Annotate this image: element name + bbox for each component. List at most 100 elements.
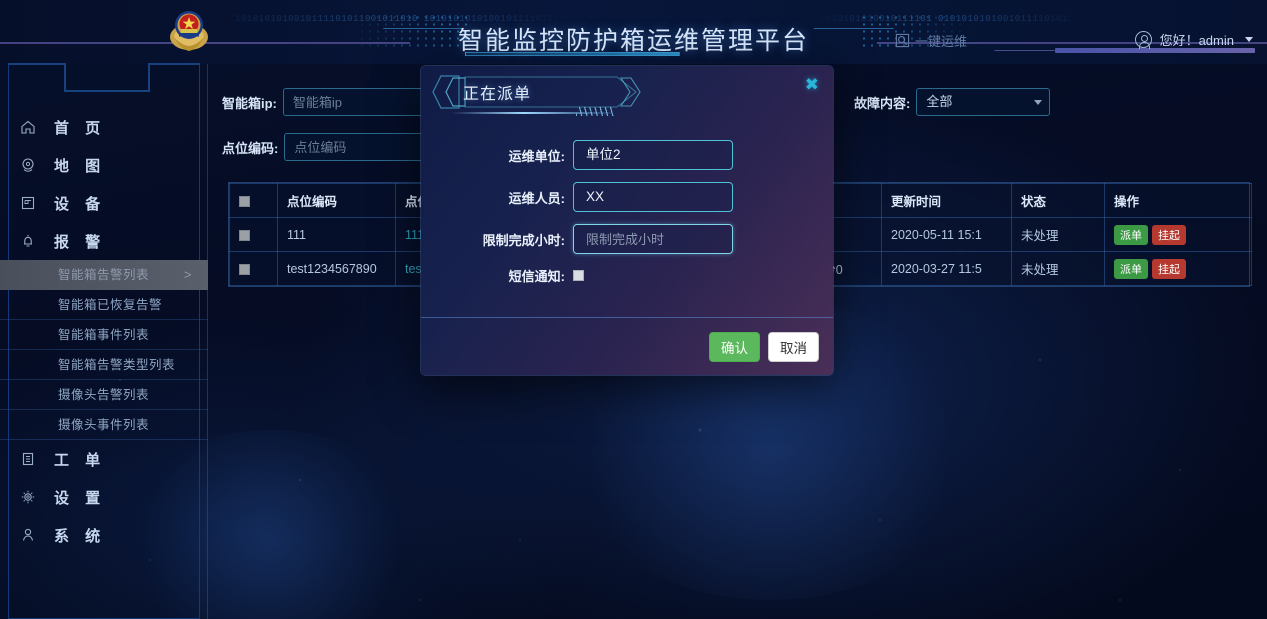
submenu-camera-event-list[interactable]: 摄像头事件列表: [0, 410, 208, 440]
cell-status: 未处理: [1011, 217, 1105, 252]
filter-row-fault: 故障内容: 全部: [854, 88, 1051, 116]
sidebar-label-workorder: 工 单: [54, 451, 107, 469]
sidebar-item-device[interactable]: 设 备: [0, 184, 208, 222]
sidebar-item-workorder[interactable]: 工 单: [0, 440, 208, 478]
ops-unit-select[interactable]: 单位2: [573, 140, 733, 170]
submenu-label: 智能箱告警列表: [58, 268, 150, 282]
user-circle-icon: [1134, 31, 1152, 49]
submenu-camera-alarm-list[interactable]: 摄像头告警列表: [0, 380, 208, 410]
sidebar-notch-right: [148, 63, 200, 65]
cell-point-code: test1234567890: [277, 251, 396, 286]
ops-person-select[interactable]: XX: [573, 182, 733, 212]
one-click-ops-button[interactable]: 一键运维: [895, 31, 967, 50]
smartbox-ip-label: 智能箱ip:: [222, 95, 277, 111]
point-code-label: 点位编码:: [222, 140, 279, 156]
select-all-header[interactable]: [229, 183, 278, 218]
limit-hours-input[interactable]: [573, 224, 733, 254]
submenu-smartbox-alarm-list[interactable]: 智能箱告警列表: [0, 260, 208, 290]
sidebar-label-alarm: 报 警: [54, 233, 107, 251]
modal-row-hours: 限制完成小时:: [421, 224, 833, 254]
sms-notify-checkbox[interactable]: [573, 270, 584, 281]
sidebar-label-home: 首 页: [54, 119, 107, 137]
sidebar-label-device: 设 备: [54, 195, 107, 213]
map-pin-icon: [20, 157, 36, 173]
sidebar-item-system[interactable]: 系 统: [0, 516, 208, 554]
page-title: 智能监控防护箱运维管理平台: [457, 27, 809, 55]
alarm-submenu: 智能箱告警列表智能箱已恢复告警智能箱事件列表智能箱告警类型列表摄像头告警列表摄像…: [0, 260, 208, 440]
row-select-cell[interactable]: [229, 251, 278, 286]
sidebar-item-map[interactable]: 地 图: [0, 146, 208, 184]
submenu-label: 智能箱事件列表: [58, 328, 150, 342]
sidebar-notch-left: [8, 63, 66, 65]
submenu-label: 智能箱已恢复告警: [58, 298, 163, 312]
ops-person-value: XX: [586, 189, 605, 204]
sms-notify-label: 短信通知:: [508, 269, 565, 284]
sidebar-item-alarm[interactable]: 报 警: [0, 222, 208, 260]
modal-footer: 确认 取消: [421, 317, 833, 375]
fault-content-select[interactable]: 全部: [916, 88, 1051, 116]
sidebar-label-map: 地 图: [54, 157, 107, 175]
fault-content-label: 故障内容:: [854, 95, 911, 111]
sidebar-item-home[interactable]: 首 页: [0, 108, 208, 146]
modal-header: 正在派单 ✖: [421, 66, 833, 122]
sidebar-label-settings: 设 置: [54, 489, 107, 507]
fault-content-select-wrap: 全部: [916, 88, 1051, 116]
cell-update-time: 2020-03-27 11:5: [881, 251, 1012, 286]
sidebar-menu: 首 页 地 图 设 备 报 警 智能箱告警列表智能箱已恢复告: [0, 108, 208, 554]
modal-row-sms: 短信通知:: [421, 266, 833, 285]
row-select-cell[interactable]: [229, 217, 278, 252]
select-all-checkbox[interactable]: [239, 195, 250, 207]
home-icon: [20, 119, 36, 135]
hold-button[interactable]: 挂起: [1152, 258, 1186, 279]
user-menu[interactable]: 您好！admin: [1134, 30, 1253, 49]
th-update-time: 更新时间: [881, 183, 1012, 218]
sidebar-notch-bottom: [64, 90, 150, 92]
ops-unit-select-wrap: 单位2: [573, 140, 733, 170]
modal-row-person: 运维人员: XX: [421, 182, 833, 212]
modal-body: 运维单位: 单位2 运维人员: XX 限制完成小时: 限制完成小时 短信通知:: [421, 122, 833, 285]
th-status: 状态: [1011, 183, 1105, 218]
submenu-label: 摄像头事件列表: [58, 418, 150, 432]
submenu-label: 摄像头告警列表: [58, 388, 150, 402]
person-icon: [20, 527, 36, 543]
dispatch-modal: 正在派单 ✖ 运维单位: 单位2 运维人员: XX 限制完成小时: 限制完成小时…: [421, 66, 833, 375]
one-click-ops-label: 一键运维: [915, 34, 968, 49]
sidebar-label-system: 系 统: [54, 527, 107, 545]
sidebar-notch-mid-right: [148, 63, 150, 91]
cancel-button[interactable]: 取消: [768, 331, 819, 362]
cell-update-time: 2020-05-11 15:1: [881, 217, 1012, 252]
th-point-code: 点位编码: [277, 183, 396, 218]
ops-person-select-wrap: XX: [573, 182, 733, 212]
ops-unit-label: 运维单位:: [508, 148, 565, 164]
ops-person-label: 运维人员:: [508, 190, 565, 206]
close-x-icon[interactable]: ✖: [805, 76, 819, 93]
sidebar: 首 页 地 图 设 备 报 警 智能箱告警列表智能箱已恢复告: [0, 63, 208, 619]
cell-operation: 派单 挂起: [1104, 251, 1252, 286]
hold-button[interactable]: 挂起: [1152, 224, 1186, 245]
submenu-smartbox-recovered-alarm[interactable]: 智能箱已恢复告警: [0, 290, 208, 320]
app-header: 1010101010010111101011001011010 10101010…: [0, 0, 1267, 64]
device-icon: [20, 195, 36, 211]
limit-hours-label: 限制完成小时:: [482, 232, 565, 248]
modal-title: 正在派单: [463, 86, 532, 103]
submenu-smartbox-event-list[interactable]: 智能箱事件列表: [0, 320, 208, 350]
row-checkbox[interactable]: [239, 229, 250, 241]
th-operation: 操作: [1104, 183, 1252, 218]
main-content: 智能箱ip: 点位编码: 故障内容: 全部: [208, 64, 1267, 619]
submenu-smartbox-alarm-type-list[interactable]: 智能箱告警类型列表: [0, 350, 208, 380]
alarm-bell-icon: [20, 233, 36, 249]
gear-icon: [20, 489, 36, 505]
row-checkbox[interactable]: [239, 263, 250, 275]
dispatch-button[interactable]: 派单: [1114, 224, 1148, 245]
user-greeting: 您好！admin: [1159, 33, 1234, 48]
cell-point-code: 111: [277, 217, 396, 252]
cell-status: 未处理: [1011, 251, 1105, 286]
sidebar-item-settings[interactable]: 设 置: [0, 478, 208, 516]
clipboard-icon: [20, 451, 36, 467]
application-root: 1010101010010111101011001011010 10101010…: [0, 0, 1267, 619]
confirm-button[interactable]: 确认: [709, 331, 760, 362]
cell-operation: 派单 挂起: [1104, 217, 1252, 252]
ops-unit-value: 单位2: [586, 147, 621, 162]
dispatch-button[interactable]: 派单: [1114, 258, 1148, 279]
submenu-label: 智能箱告警类型列表: [58, 358, 176, 372]
